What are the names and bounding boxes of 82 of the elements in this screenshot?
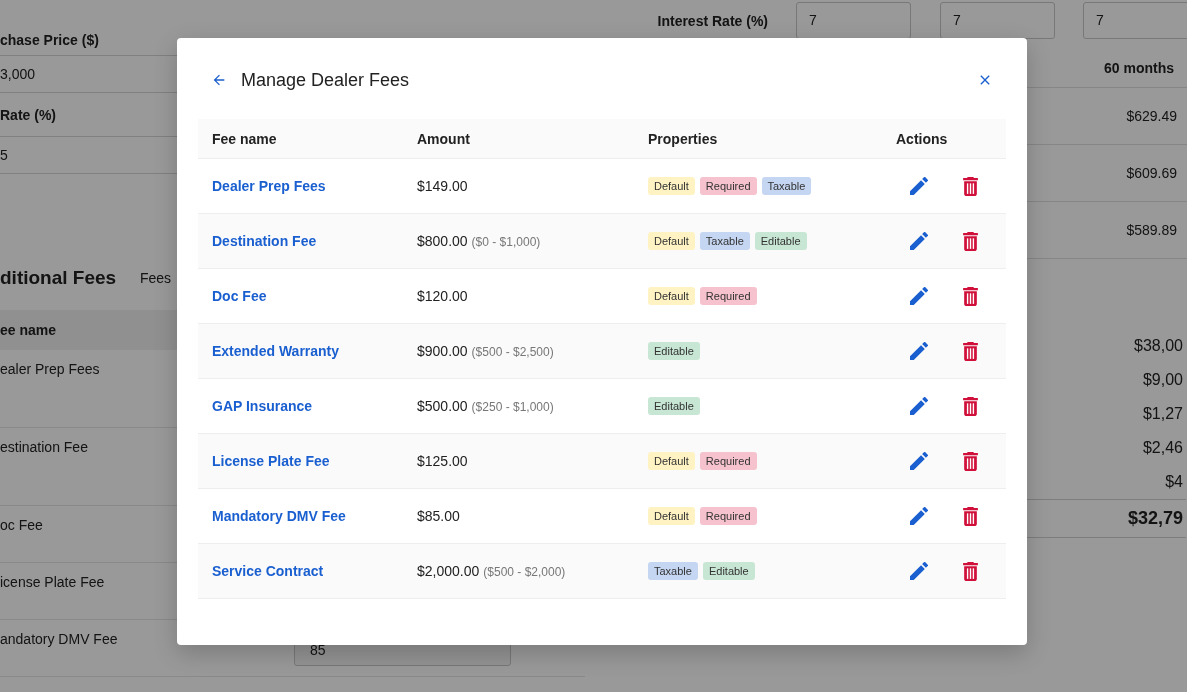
back-icon[interactable] xyxy=(211,72,227,88)
property-tag: Default xyxy=(648,287,695,305)
summary-value: $9,00 xyxy=(1142,371,1183,389)
table-cell: estination Fee xyxy=(0,439,88,455)
table-cell: andatory DMV Fee xyxy=(0,631,118,647)
property-tag: Editable xyxy=(648,397,700,415)
pencil-icon[interactable] xyxy=(910,177,928,195)
range-text: ($500 - $2,000) xyxy=(483,565,566,579)
property-tag: Default xyxy=(648,452,695,470)
trash-icon[interactable] xyxy=(963,286,978,306)
table-cell: ealer Prep Fees xyxy=(0,361,100,377)
column-header: Properties xyxy=(647,130,719,147)
amount-text: $800.00 xyxy=(417,233,468,249)
fee-name-link[interactable]: Service Contract xyxy=(212,563,324,579)
property-tag: Editable xyxy=(702,562,755,580)
summary-value: $4 xyxy=(1165,473,1183,491)
column-header: ee name xyxy=(0,322,57,338)
table-cell-text: $589.89 xyxy=(1125,222,1178,238)
amount-text: $500.00 xyxy=(417,398,468,414)
range-text: ($250 - $1,000) xyxy=(471,400,554,414)
property-tag: Editable xyxy=(648,342,700,360)
trash-icon[interactable] xyxy=(963,176,978,196)
property-tag: Taxable xyxy=(761,177,812,195)
amount-text: $900.00 xyxy=(417,343,468,359)
fee-name-link[interactable]: Extended Warranty xyxy=(212,343,340,359)
range-text: ($500 - $2,500) xyxy=(471,345,554,359)
property-tag: Required xyxy=(699,287,757,305)
pencil-icon[interactable] xyxy=(910,562,928,580)
field-label: Rate (%) xyxy=(0,106,56,123)
amount-text: $120.00 xyxy=(417,288,468,304)
summary-value: $2,46 xyxy=(1142,439,1183,457)
summary-value: $1,27 xyxy=(1142,405,1183,423)
trash-icon[interactable] xyxy=(963,451,978,471)
table-cell-text: $629.49 xyxy=(1125,108,1178,124)
property-tag: Default xyxy=(648,177,695,195)
fee-name-link[interactable]: Destination Fee xyxy=(212,233,317,249)
property-tag: Required xyxy=(699,507,757,525)
section-note: Fees xyxy=(140,270,172,286)
field-label: Interest Rate (%) xyxy=(656,12,769,29)
summary-value: $38,00 xyxy=(1134,337,1183,355)
field-value: 5 xyxy=(0,147,8,163)
pencil-icon[interactable] xyxy=(910,397,928,415)
property-tag: Default xyxy=(648,232,695,250)
trash-icon[interactable] xyxy=(963,506,978,526)
property-tag: Default xyxy=(648,507,695,525)
field-value: 3,000 xyxy=(0,66,36,82)
fee-name-link[interactable]: License Plate Fee xyxy=(212,453,330,469)
fee-name-link[interactable]: Doc Fee xyxy=(212,288,267,304)
pencil-icon[interactable] xyxy=(910,342,928,360)
trash-icon[interactable] xyxy=(963,561,978,581)
column-header: Amount xyxy=(416,130,471,147)
total-value: $32,79 xyxy=(1127,508,1183,529)
amount-text: $2,000.00 xyxy=(417,563,480,579)
column-header: Actions xyxy=(895,130,949,147)
pencil-icon[interactable] xyxy=(910,452,928,470)
property-tag: Required xyxy=(699,452,757,470)
property-tag: Required xyxy=(699,177,757,195)
table-cell: icense Plate Fee xyxy=(0,574,105,590)
property-tag: Taxable xyxy=(648,562,698,580)
pencil-icon[interactable] xyxy=(910,232,928,250)
trash-icon[interactable] xyxy=(963,231,978,251)
amount-text: $85.00 xyxy=(417,508,460,524)
column-header: 60 months xyxy=(1103,59,1175,76)
table-cell: oc Fee xyxy=(0,517,43,533)
dialog-title: Manage Dealer Fees xyxy=(241,69,411,91)
column-header: Fee name xyxy=(211,130,278,147)
trash-icon[interactable] xyxy=(963,341,978,361)
property-tag: Taxable xyxy=(699,232,750,250)
amount-text: $125.00 xyxy=(417,453,468,469)
fee-name-link[interactable]: GAP Insurance xyxy=(212,398,313,414)
fee-name-link[interactable]: Dealer Prep Fees xyxy=(212,178,326,194)
trash-icon[interactable] xyxy=(963,396,978,416)
range-text: ($0 - $1,000) xyxy=(471,235,541,249)
fee-name-link[interactable]: Mandatory DMV Fee xyxy=(212,508,346,524)
table-cell-text: $609.69 xyxy=(1125,165,1178,181)
section-heading: ditional Fees xyxy=(0,267,118,289)
property-tag: Editable xyxy=(754,232,807,250)
field-label: chase Price ($) xyxy=(0,31,99,48)
pencil-icon[interactable] xyxy=(910,287,928,305)
amount-text: $149.00 xyxy=(417,178,468,194)
pencil-icon[interactable] xyxy=(910,507,928,525)
input-field[interactable]: 7 xyxy=(1083,2,1187,39)
